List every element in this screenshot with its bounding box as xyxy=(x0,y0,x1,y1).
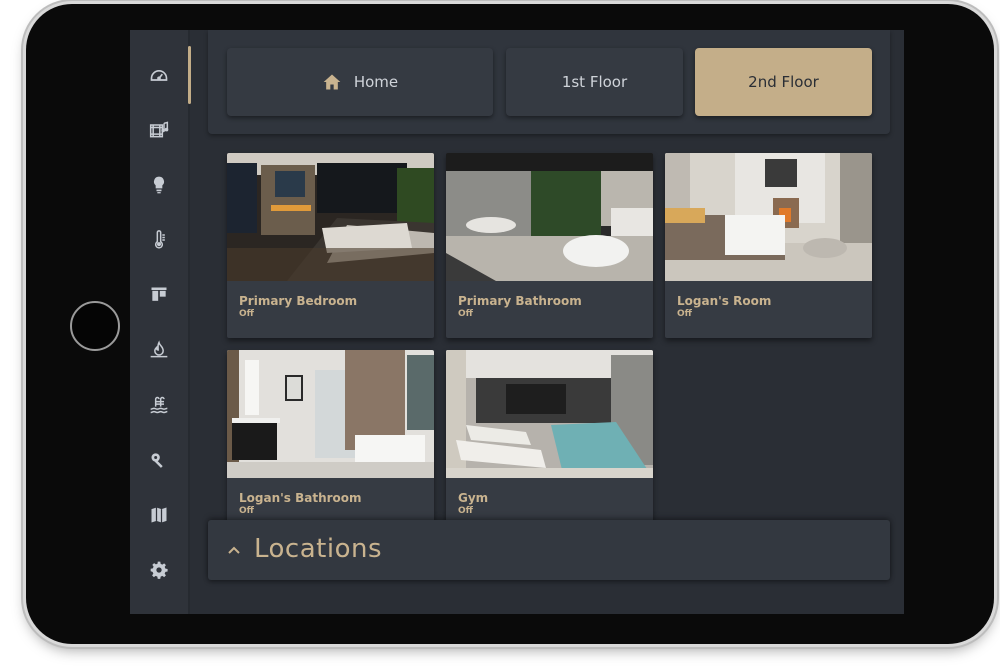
room-photo xyxy=(446,153,653,281)
room-card-logans-room[interactable]: Logan's Room Off xyxy=(665,153,872,338)
lightbulb-icon[interactable] xyxy=(147,173,171,197)
room-name: Primary Bedroom xyxy=(239,294,358,308)
house-icon xyxy=(323,74,341,90)
room-card-gym[interactable]: Gym Off xyxy=(446,350,653,535)
shades-icon[interactable] xyxy=(147,283,171,307)
room-status: Off xyxy=(677,309,692,319)
room-card-logans-bathroom[interactable]: Logan's Bathroom Off xyxy=(227,350,434,535)
fire-icon[interactable] xyxy=(147,338,171,362)
room-status: Off xyxy=(458,309,473,319)
room-photo xyxy=(227,350,434,478)
locations-label: Locations xyxy=(254,534,383,564)
media-icon[interactable] xyxy=(147,118,171,142)
room-name: Logan's Bathroom xyxy=(239,491,362,505)
map-icon[interactable] xyxy=(147,503,171,527)
room-name: Primary Bathroom xyxy=(458,294,582,308)
tab-2nd-floor[interactable]: 2nd Floor xyxy=(695,48,872,116)
dashboard-icon[interactable] xyxy=(147,63,171,87)
room-name: Gym xyxy=(458,491,489,505)
room-card-primary-bedroom[interactable]: Primary Bedroom Off xyxy=(227,153,434,338)
locations-panel[interactable]: Locations xyxy=(208,520,890,580)
active-nav-indicator xyxy=(188,46,191,104)
tab-2nd-floor-label: 2nd Floor xyxy=(748,73,819,91)
tab-home[interactable]: Home xyxy=(227,48,493,116)
tab-1st-floor[interactable]: 1st Floor xyxy=(506,48,683,116)
room-status: Off xyxy=(239,309,254,319)
floor-tabs: Home 1st Floor 2nd Floor xyxy=(208,30,890,134)
room-name: Logan's Room xyxy=(677,294,772,308)
room-photo xyxy=(227,153,434,281)
app-screen: Home 1st Floor 2nd Floor Primary Bedroom… xyxy=(130,30,904,614)
gear-icon[interactable] xyxy=(147,558,171,582)
room-card-primary-bathroom[interactable]: Primary Bathroom Off xyxy=(446,153,653,338)
tab-1st-floor-label: 1st Floor xyxy=(561,73,628,91)
home-hardware-button[interactable] xyxy=(70,301,120,351)
key-icon[interactable] xyxy=(147,448,171,472)
room-status: Off xyxy=(239,506,254,516)
chevron-up-icon xyxy=(228,546,240,554)
room-status: Off xyxy=(458,506,473,516)
thermometer-icon[interactable] xyxy=(147,228,171,252)
sidebar xyxy=(130,30,190,614)
pool-icon[interactable] xyxy=(147,393,171,417)
room-photo xyxy=(446,350,653,478)
tab-home-label: Home xyxy=(353,73,399,91)
room-photo xyxy=(665,153,872,281)
